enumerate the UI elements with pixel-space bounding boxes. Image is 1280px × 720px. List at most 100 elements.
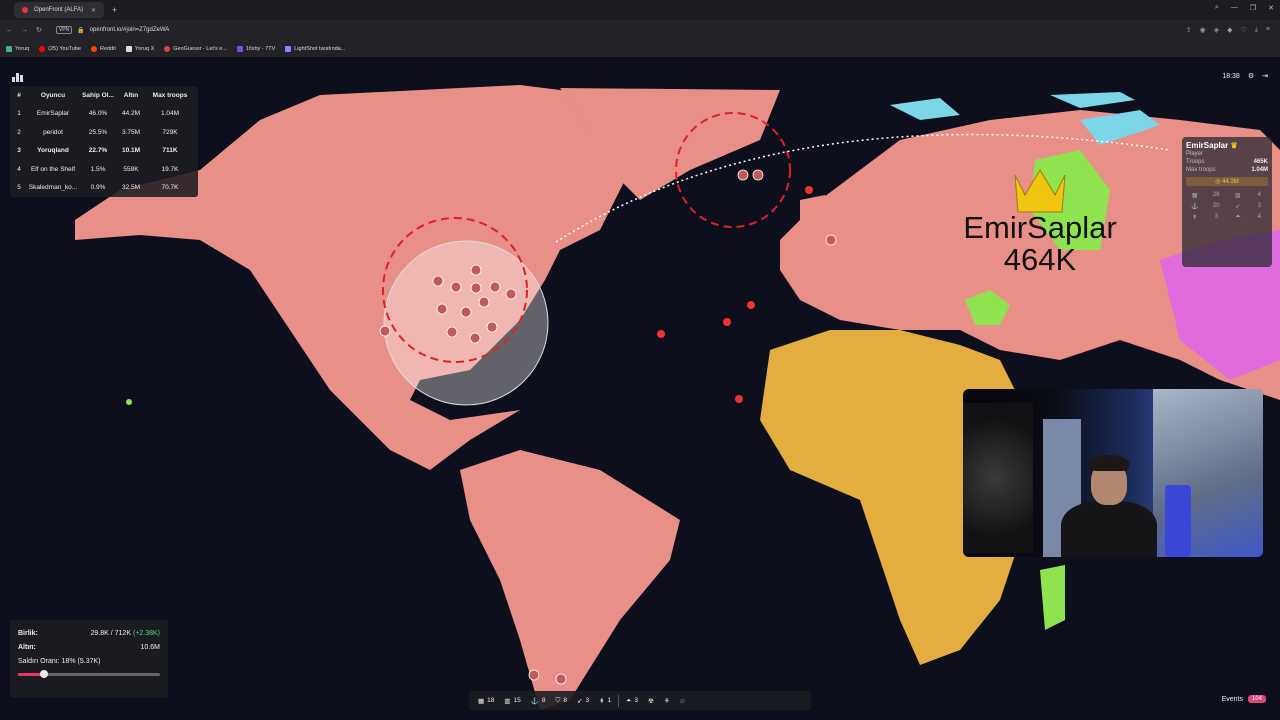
build-city-button[interactable]: ▦ 18	[475, 697, 497, 705]
factory-icon: ▥	[504, 697, 511, 705]
warship-icon: ⏶	[1235, 214, 1241, 220]
top-right-controls: 18:38 ⚙ ⇥	[1222, 72, 1268, 81]
youtube-icon	[39, 45, 46, 52]
leaderboard-row-self[interactable]: 3 Yoruqland 22.7% 10.1M 711K	[10, 142, 198, 161]
attack-ratio-slider[interactable]	[18, 670, 160, 678]
header-max-troops[interactable]: Max troops	[144, 92, 196, 99]
territory-cyan-islands-2	[1050, 92, 1135, 108]
menu-icon[interactable]: ≡	[1266, 26, 1270, 34]
settings-gear-icon[interactable]: ⚙	[1248, 72, 1254, 80]
city-icon: ▦	[1191, 193, 1198, 199]
city-icon: ▦	[478, 697, 485, 705]
extension-icon[interactable]: ◆	[1227, 26, 1232, 34]
territory-south-america	[460, 450, 680, 710]
leaderboard-row[interactable]: 2 peridot 25.5% 3.75M 729K	[10, 123, 198, 142]
build-sam-launcher-button[interactable]: ⇞ 1	[596, 697, 614, 705]
ship-marker	[805, 186, 813, 194]
build-missile-silo-button[interactable]: ➶ 3	[574, 697, 592, 705]
build-warship-button[interactable]: ⏶ 3	[623, 697, 641, 705]
header-owned[interactable]: Sahip Ol...	[78, 92, 118, 99]
leaderboard-header: # Oyuncu Sahip Ol... Altın Max troops	[10, 86, 198, 105]
bookmark-item[interactable]: (25) YouTube	[39, 45, 81, 52]
ship-marker	[723, 318, 731, 326]
atom-bomb-button[interactable]: ☢	[645, 697, 657, 705]
camera-icon[interactable]: ◉	[1200, 26, 1206, 34]
address-bar: ← → ↻ VPN 🔒 openfront.io/#join=Z7gdZeWA …	[0, 20, 1280, 40]
shield-icon[interactable]: ◈	[1214, 26, 1219, 34]
leaderboard-toggle-icon[interactable]	[12, 72, 24, 82]
nuke-icon: ☢	[647, 697, 654, 705]
openfront-favicon-icon	[22, 7, 28, 13]
close-window-icon[interactable]: ✕	[1268, 4, 1274, 12]
heart-icon[interactable]: ♡	[1241, 26, 1247, 34]
minimize-icon[interactable]: —	[1231, 4, 1238, 12]
search-icon[interactable]: ⌕	[1215, 4, 1219, 12]
bookmark-item[interactable]: Reddit	[91, 45, 116, 52]
port-icon: ⚓	[530, 697, 539, 705]
player-panel-troops-row: Troops 465K	[1186, 159, 1268, 165]
player-panel-type: Player	[1186, 151, 1204, 157]
share-icon[interactable]: ⇪	[1186, 26, 1192, 34]
build-factory-button[interactable]: ▥ 15	[501, 697, 523, 705]
troops-row: Birlik: 29.8K / 712K (+2.38K)	[18, 629, 160, 637]
new-tab-icon[interactable]: +	[112, 5, 117, 15]
ship-marker	[657, 330, 665, 338]
leaderboard-row[interactable]: 1 EmirSaplar 46.0% 44.2M 1.04M	[10, 105, 198, 124]
player-stats-panel: Birlik: 29.8K / 712K (+2.38K) Altın: 10.…	[10, 620, 168, 698]
attack-ratio-label: Saldırı Oranı: 18% (5.37K)	[18, 658, 101, 665]
bookmark-item[interactable]: Yoruq X	[125, 45, 154, 52]
lock-icon: 🔒	[77, 27, 85, 34]
url-field[interactable]: VPN 🔒 openfront.io/#join=Z7gdZeWA	[55, 26, 170, 34]
player-info-panel: EmirSaplar ♛ Player Troops 465K Max troop…	[1182, 137, 1272, 267]
webcam-person-body	[1061, 501, 1157, 557]
7tv-icon	[236, 45, 243, 52]
maximize-icon[interactable]: ❐	[1250, 4, 1256, 12]
gold-row: Altın: 10.6M	[18, 643, 160, 651]
exit-icon[interactable]: ⇥	[1262, 72, 1268, 80]
player-map-name: EmirSaplar	[963, 210, 1117, 245]
hydrogen-bomb-button[interactable]: ⚘	[661, 697, 673, 705]
webcam-overlay	[963, 389, 1263, 557]
build-defense-post-button[interactable]: ⛉ 8	[553, 697, 571, 705]
leaderboard-row[interactable]: 4 Elf on the Shelf 1.5% 558K 19.7K	[10, 160, 198, 179]
browser-tab[interactable]: OpenFront (ALFA) ✕	[14, 2, 104, 18]
bookmark-item[interactable]: Yoruq	[6, 45, 29, 52]
attack-ratio-knob[interactable]	[39, 670, 48, 678]
locked-icon: ⊘	[679, 697, 686, 705]
player-panel-max-troops-row: Max troops 1.04M	[1186, 167, 1268, 173]
port-icon: ⚓	[1191, 204, 1199, 210]
bookmark-item[interactable]: GeoGuessr - Let's e...	[164, 45, 227, 52]
disabled-build-button[interactable]: ⊘	[677, 697, 688, 705]
x-icon	[125, 45, 132, 52]
ship-marker	[747, 301, 755, 309]
player-panel-gold: ◎ 44.2M	[1186, 177, 1268, 186]
player-map-label: EmirSaplar 464K	[940, 212, 1140, 276]
window-controls: ⌕ — ❐ ✕	[1215, 4, 1274, 12]
build-port-button[interactable]: ⚓ 8	[528, 697, 549, 705]
bookmark-item[interactable]: 1fishy - 7TV	[236, 45, 275, 52]
defense-post-icon: ⛉	[555, 696, 561, 704]
leaderboard: # Oyuncu Sahip Ol... Altın Max troops 1 …	[10, 86, 198, 197]
forward-icon[interactable]: →	[21, 27, 28, 34]
header-rank[interactable]: #	[10, 92, 28, 99]
close-tab-icon[interactable]: ✕	[91, 7, 96, 14]
browser-tab-bar: OpenFront (ALFA) ✕ + ⌕ — ❐ ✕	[0, 0, 1280, 20]
bookmark-favicon-icon	[6, 45, 12, 52]
reddit-icon	[91, 45, 97, 52]
back-icon[interactable]: ←	[6, 27, 13, 34]
header-player[interactable]: Oyuncu	[28, 92, 78, 99]
reload-icon[interactable]: ↻	[36, 26, 42, 34]
events-button[interactable]: Events 104	[1222, 691, 1266, 707]
events-count-badge: 104	[1247, 695, 1266, 703]
bookmark-item[interactable]: LightShot tarafında...	[285, 45, 345, 52]
url-text[interactable]: openfront.io/#join=Z7gdZeWA	[90, 27, 170, 33]
leaderboard-row[interactable]: 5 Skaledman_ko... 0.9% 32.5M 70.7K	[10, 179, 198, 198]
download-icon[interactable]: ⤓	[1255, 26, 1258, 34]
territory-cyan-islands	[890, 98, 960, 120]
webcam-chair	[1165, 485, 1191, 557]
header-gold[interactable]: Altın	[118, 92, 144, 99]
toolbar-divider	[618, 694, 620, 707]
vpn-badge[interactable]: VPN	[55, 26, 73, 34]
ship-marker	[735, 395, 743, 403]
game-clock: 18:38	[1222, 72, 1240, 80]
